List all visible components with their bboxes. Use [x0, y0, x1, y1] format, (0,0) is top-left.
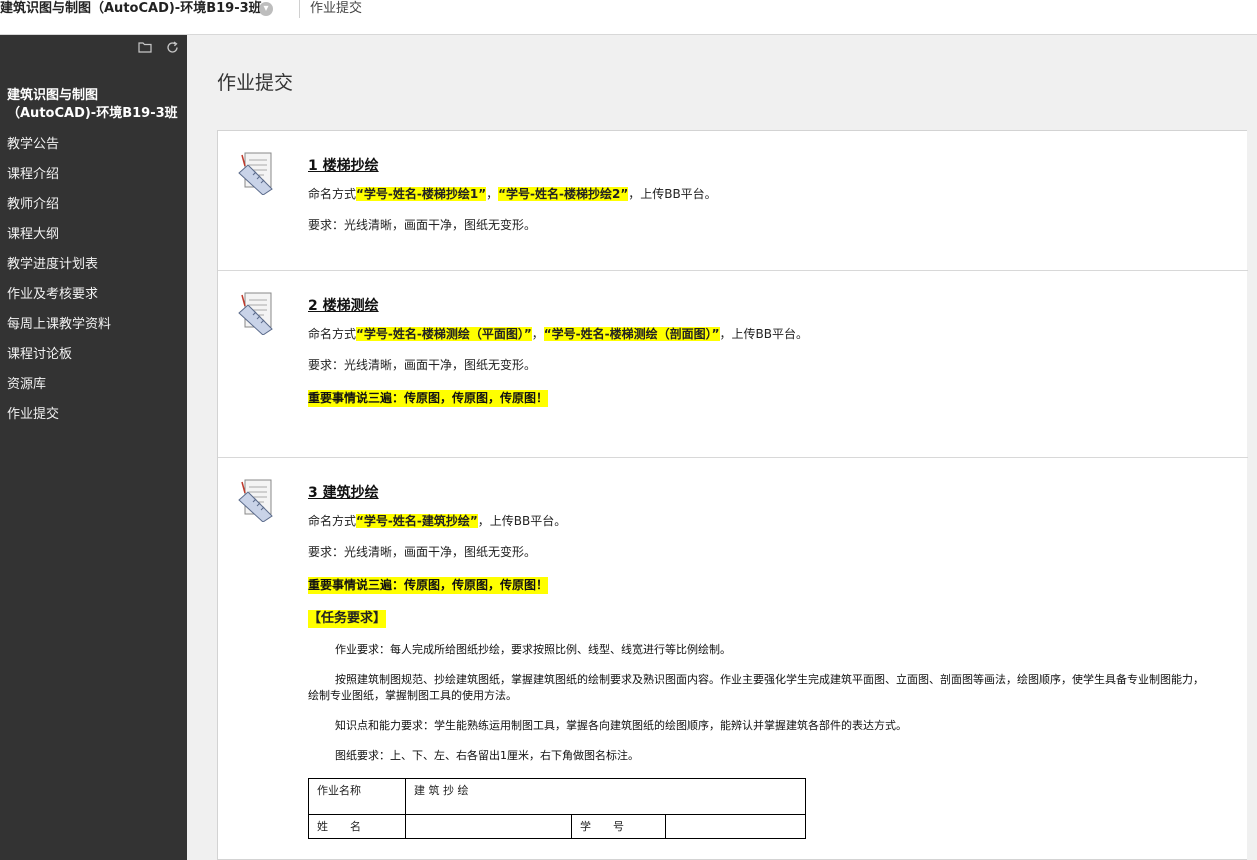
sidebar-item-syllabus[interactable]: 课程大纲	[0, 223, 187, 253]
course-sidebar: 建筑识图与制图 （AutoCAD)-环境B19-3班 教学公告 课程介绍 教师介…	[0, 35, 187, 860]
task-paragraph: 知识点和能力要求：学生能熟练运用制图工具，掌握各向建筑图纸的绘图顺序，能辨认并掌…	[335, 719, 907, 732]
naming-prefix: 命名方式	[308, 187, 357, 201]
item-body: 2 楼梯测绘 命名方式“学号-姓名-楼梯测绘（平面图）”，“学号-姓名-楼梯测绘…	[308, 296, 1228, 407]
file-name-2: “学号-姓名-楼梯测绘（剖面图）”	[543, 327, 720, 341]
naming-rule: 命名方式“学号-姓名-建筑抄绘”，上传BB平台。	[308, 512, 1228, 530]
item-title-link[interactable]: 2 楼梯测绘	[308, 296, 1228, 316]
list-item: 3 建筑抄绘 命名方式“学号-姓名-建筑抄绘”，上传BB平台。 要求：光线清晰，…	[218, 458, 1248, 860]
requirement-text: 要求：光线清晰，画面干净，图纸无变形。	[308, 358, 537, 372]
list-item: 2 楼梯测绘 命名方式“学号-姓名-楼梯测绘（平面图）”，“学号-姓名-楼梯测绘…	[218, 271, 1248, 458]
task-paragraph: 按照建筑制图规范、抄绘建筑图纸，掌握建筑图纸的绘制要求及熟识图面内容。作业主要强…	[308, 673, 1204, 702]
sidebar-item-resources[interactable]: 资源库	[0, 373, 187, 403]
top-bar: 建筑识图与制图（AutoCAD)-环境B19-3班 ▾ 作业提交	[0, 0, 1257, 35]
table-label-student-id: 学 号	[571, 814, 666, 839]
task-requirements-heading: 【任务要求】	[308, 610, 387, 628]
page-title: 作业提交	[217, 72, 294, 94]
naming-suffix: ，上传BB平台。	[477, 514, 567, 528]
name-separator: ，	[486, 187, 499, 201]
sidebar-course-line1: 建筑识图与制图	[7, 88, 99, 103]
task-paragraph: 作业要求：每人完成所给图纸抄绘，要求按照比例、线型、线宽进行等比例绘制。	[335, 643, 731, 656]
sidebar-item-discussion[interactable]: 课程讨论板	[0, 343, 187, 373]
naming-prefix: 命名方式	[308, 327, 357, 341]
refresh-icon[interactable]	[166, 41, 179, 58]
table-label-name: 姓 名	[308, 814, 406, 839]
table-label-homework-name: 作业名称	[308, 778, 406, 815]
breadcrumb-current-page: 作业提交	[310, 1, 363, 16]
item-body: 1 楼梯抄绘 命名方式“学号-姓名-楼梯抄绘1”，“学号-姓名-楼梯抄绘2”，上…	[308, 156, 1228, 247]
table-value-name	[405, 814, 572, 839]
naming-rule: 命名方式“学号-姓名-楼梯测绘（平面图）”，“学号-姓名-楼梯测绘（剖面图）”，…	[308, 325, 1228, 343]
table-value-student-id	[665, 814, 806, 839]
sidebar-item-teacher-intro[interactable]: 教师介绍	[0, 193, 187, 223]
name-separator: ，	[531, 327, 544, 341]
assignment-icon	[238, 292, 273, 335]
task-paragraph: 图纸要求：上、下、左、右各留出1厘米，右下角做图名标注。	[335, 749, 639, 762]
important-notice: 重要事情说三遍：传原图，传原图，传原图！	[308, 577, 549, 594]
file-name-1: “学号-姓名-建筑抄绘”	[356, 514, 478, 528]
naming-prefix: 命名方式	[308, 514, 357, 528]
file-name-2: “学号-姓名-楼梯抄绘2”	[498, 187, 629, 201]
drawing-title-block-table: 作业名称 建 筑 抄 绘 姓 名 学 号	[308, 778, 806, 839]
sidebar-item-announcements[interactable]: 教学公告	[0, 133, 187, 163]
file-name-1: “学号-姓名-楼梯测绘（平面图）”	[356, 327, 532, 341]
item-title-link[interactable]: 3 建筑抄绘	[308, 483, 1228, 503]
sidebar-item-course-intro[interactable]: 课程介绍	[0, 163, 187, 193]
item-body: 3 建筑抄绘 命名方式“学号-姓名-建筑抄绘”，上传BB平台。 要求：光线清晰，…	[308, 483, 1228, 839]
list-item: 1 楼梯抄绘 命名方式“学号-姓名-楼梯抄绘1”，“学号-姓名-楼梯抄绘2”，上…	[218, 131, 1248, 271]
sidebar-course-line2: （AutoCAD)-环境B19-3班	[7, 106, 178, 121]
sidebar-item-submissions[interactable]: 作业提交	[0, 403, 187, 433]
folder-icon[interactable]	[138, 41, 152, 58]
assignment-icon	[238, 152, 273, 195]
naming-suffix: ，上传BB平台。	[719, 327, 808, 341]
breadcrumb-divider	[299, 0, 300, 18]
sidebar-item-weekly-materials[interactable]: 每周上课教学资料	[0, 313, 187, 343]
course-title[interactable]: 建筑识图与制图（AutoCAD)-环境B19-3班	[0, 0, 262, 18]
naming-rule: 命名方式“学号-姓名-楼梯抄绘1”，“学号-姓名-楼梯抄绘2”，上传BB平台。	[308, 185, 1228, 203]
chevron-down-icon[interactable]: ▾	[259, 2, 273, 16]
requirement-text: 要求：光线清晰，画面干净，图纸无变形。	[308, 218, 537, 232]
assignment-icon	[238, 479, 273, 522]
content-list: 1 楼梯抄绘 命名方式“学号-姓名-楼梯抄绘1”，“学号-姓名-楼梯抄绘2”，上…	[217, 130, 1248, 860]
file-name-1: “学号-姓名-楼梯抄绘1”	[356, 187, 487, 201]
sidebar-course-name[interactable]: 建筑识图与制图 （AutoCAD)-环境B19-3班	[7, 87, 178, 123]
table-value-homework-name: 建 筑 抄 绘	[405, 778, 806, 815]
sidebar-nav: 教学公告 课程介绍 教师介绍 课程大纲 教学进度计划表 作业及考核要求 每周上课…	[0, 133, 187, 433]
sidebar-tools	[138, 41, 179, 58]
requirement-text: 要求：光线清晰，画面干净，图纸无变形。	[308, 545, 537, 559]
item-title-link[interactable]: 1 楼梯抄绘	[308, 156, 1228, 176]
sidebar-item-assessment[interactable]: 作业及考核要求	[0, 283, 187, 313]
important-notice: 重要事情说三遍：传原图，传原图，传原图！	[308, 390, 549, 407]
sidebar-item-schedule[interactable]: 教学进度计划表	[0, 253, 187, 283]
naming-suffix: ，上传BB平台。	[628, 187, 717, 201]
